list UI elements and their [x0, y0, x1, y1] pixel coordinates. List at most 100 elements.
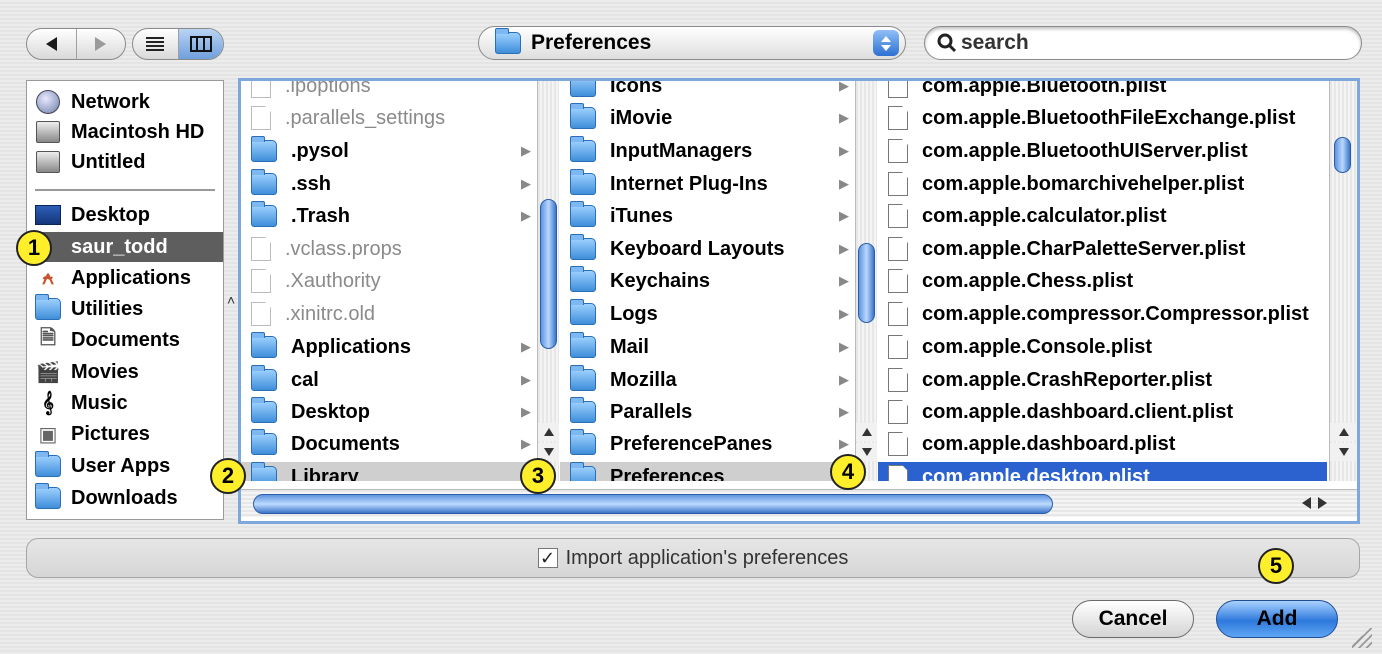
folder-icon [570, 429, 596, 455]
list-item[interactable]: iTunes ▶ [560, 201, 855, 231]
list-item[interactable]: Keyboard Layouts ▶ [560, 234, 855, 264]
list-item[interactable]: com.apple.CharPaletteServer.plist [878, 234, 1327, 264]
disclosure-arrow-icon: ▶ [839, 241, 849, 256]
list-item[interactable]: Mail ▶ [560, 332, 855, 362]
list-item[interactable]: Desktop ▶ [241, 397, 537, 427]
sidebar-item-network[interactable]: Network [27, 87, 223, 117]
scroll-thumb[interactable] [540, 199, 557, 349]
list-item[interactable]: com.apple.BluetoothFileExchange.plist [878, 103, 1327, 133]
column-view-icon[interactable] [178, 29, 223, 59]
list-view-icon[interactable] [133, 29, 179, 59]
location-popup[interactable]: Preferences [478, 26, 906, 60]
scroll-up-icon[interactable] [538, 423, 559, 441]
scroll-up-icon[interactable] [856, 423, 877, 441]
list-item[interactable]: Applications ▶ [241, 332, 537, 362]
folder-icon [570, 136, 596, 162]
sidebar-item-music[interactable]: 𝄞 Music [27, 388, 223, 418]
list-item[interactable]: com.apple.Bluetooth.plist [878, 81, 1327, 101]
sidebar-item-user-apps[interactable]: User Apps [27, 451, 223, 481]
list-item[interactable]: Logs ▶ [560, 299, 855, 329]
list-item[interactable]: com.apple.bomarchivehelper.plist [878, 169, 1327, 199]
list-item[interactable]: com.apple.Console.plist [878, 332, 1327, 362]
scroll-thumb[interactable] [1334, 137, 1351, 173]
list-item[interactable]: .ipoptions [241, 81, 537, 101]
callout-3: 3 [520, 458, 556, 494]
list-item-selected[interactable]: Preferences [560, 462, 855, 481]
list-item[interactable]: Icons ▶ [560, 81, 855, 101]
list-item[interactable]: Keychains ▶ [560, 266, 855, 296]
list-item[interactable]: .Trash ▶ [241, 201, 537, 231]
cancel-button[interactable]: Cancel [1072, 600, 1194, 638]
sidebar-item-movies[interactable]: 🎬 Movies [27, 357, 223, 387]
list-item[interactable]: com.apple.BluetoothUIServer.plist [878, 136, 1327, 166]
list-item[interactable]: com.apple.CrashReporter.plist [878, 365, 1327, 395]
file-icon [888, 465, 908, 481]
file-icon [251, 269, 271, 293]
list-item[interactable]: .vclass.props [241, 234, 537, 264]
column-preferences: com.apple.Bluetooth.plist com.apple.Blue… [878, 81, 1327, 481]
sidebar-item-saur-todd[interactable]: saur_todd [27, 232, 223, 262]
file-icon [888, 335, 908, 359]
sidebar-item-label: Applications [71, 266, 192, 289]
list-item[interactable]: Documents ▶ [241, 429, 537, 459]
list-item[interactable]: com.apple.calculator.plist [878, 201, 1327, 231]
file-icon [251, 81, 271, 98]
scroll-right-icon[interactable] [1318, 497, 1327, 509]
scroll-left-icon[interactable] [1302, 497, 1311, 509]
list-item[interactable]: com.apple.dashboard.plist [878, 429, 1327, 459]
item-label: Mail [610, 335, 649, 358]
column-home-scrollbar[interactable] [537, 81, 559, 481]
column-preferences-scrollbar[interactable] [1329, 81, 1357, 481]
horizontal-scrollbar[interactable] [241, 489, 1357, 517]
item-label: .ssh [291, 172, 332, 195]
sidebar-item-applications[interactable]: ⍲ Applications [27, 263, 223, 293]
import-preferences-checkbox[interactable]: ✓ [537, 548, 558, 568]
sidebar-item-label: Utilities [71, 297, 144, 320]
scroll-thumb[interactable] [858, 243, 875, 323]
list-item[interactable]: Internet Plug-Ins ▶ [560, 169, 855, 199]
list-item[interactable]: .pysol ▶ [241, 136, 537, 166]
list-item[interactable]: .Xauthority [241, 266, 537, 296]
search-field[interactable] [924, 26, 1362, 60]
list-item[interactable]: .xinitrc.old [241, 299, 537, 329]
search-input[interactable] [961, 31, 1351, 55]
sidebar-item-pictures[interactable]: ▣ Pictures [27, 419, 223, 449]
sidebar-resize-handle[interactable]: ˄ [227, 292, 235, 308]
add-button[interactable]: Add [1216, 600, 1338, 638]
list-item[interactable]: cal ▶ [241, 365, 537, 395]
file-icon [888, 400, 908, 424]
list-item[interactable]: iMovie ▶ [560, 103, 855, 133]
list-item[interactable]: com.apple.Chess.plist [878, 266, 1327, 296]
list-item[interactable]: .parallels_settings [241, 103, 537, 133]
list-item[interactable]: PreferencePanes ▶ [560, 429, 855, 459]
sidebar-item-untitled[interactable]: Untitled [27, 147, 223, 177]
sidebar-item-macintosh-hd[interactable]: Macintosh HD [27, 117, 223, 147]
scroll-up-icon[interactable] [1330, 423, 1357, 441]
column-library-scrollbar[interactable] [855, 81, 877, 481]
list-item-selected[interactable]: com.apple.desktop.plist [878, 462, 1327, 481]
folder-icon [251, 429, 277, 455]
scroll-down-icon[interactable] [1330, 443, 1357, 461]
sidebar-item-desktop[interactable]: Desktop [27, 200, 223, 230]
forward-arrow-icon[interactable] [77, 29, 126, 59]
item-label: com.apple.BluetoothUIServer.plist [922, 139, 1248, 162]
sidebar-item-utilities[interactable]: Utilities [27, 294, 223, 324]
list-item[interactable]: .ssh ▶ [241, 169, 537, 199]
item-label: .xinitrc.old [285, 302, 376, 325]
list-item[interactable]: com.apple.dashboard.client.plist [878, 397, 1327, 427]
list-item[interactable]: InputManagers ▶ [560, 136, 855, 166]
list-item-selected[interactable]: Library [241, 462, 537, 481]
list-item[interactable]: com.apple.compressor.Compressor.plist [878, 299, 1327, 329]
file-icon [251, 302, 271, 326]
list-item[interactable]: Parallels ▶ [560, 397, 855, 427]
resize-grip-icon[interactable] [1352, 628, 1372, 648]
item-label: Preferences [610, 465, 725, 482]
folder-icon [251, 462, 277, 481]
list-item[interactable]: Mozilla ▶ [560, 365, 855, 395]
sidebar-item-documents[interactable]: 🗎 Documents [27, 325, 223, 355]
back-arrow-icon[interactable] [27, 29, 77, 59]
disclosure-arrow-icon: ▶ [521, 372, 531, 387]
sidebar-item-downloads[interactable]: Downloads [27, 483, 223, 513]
scroll-thumb[interactable] [253, 494, 1053, 514]
item-label: cal [291, 368, 319, 391]
